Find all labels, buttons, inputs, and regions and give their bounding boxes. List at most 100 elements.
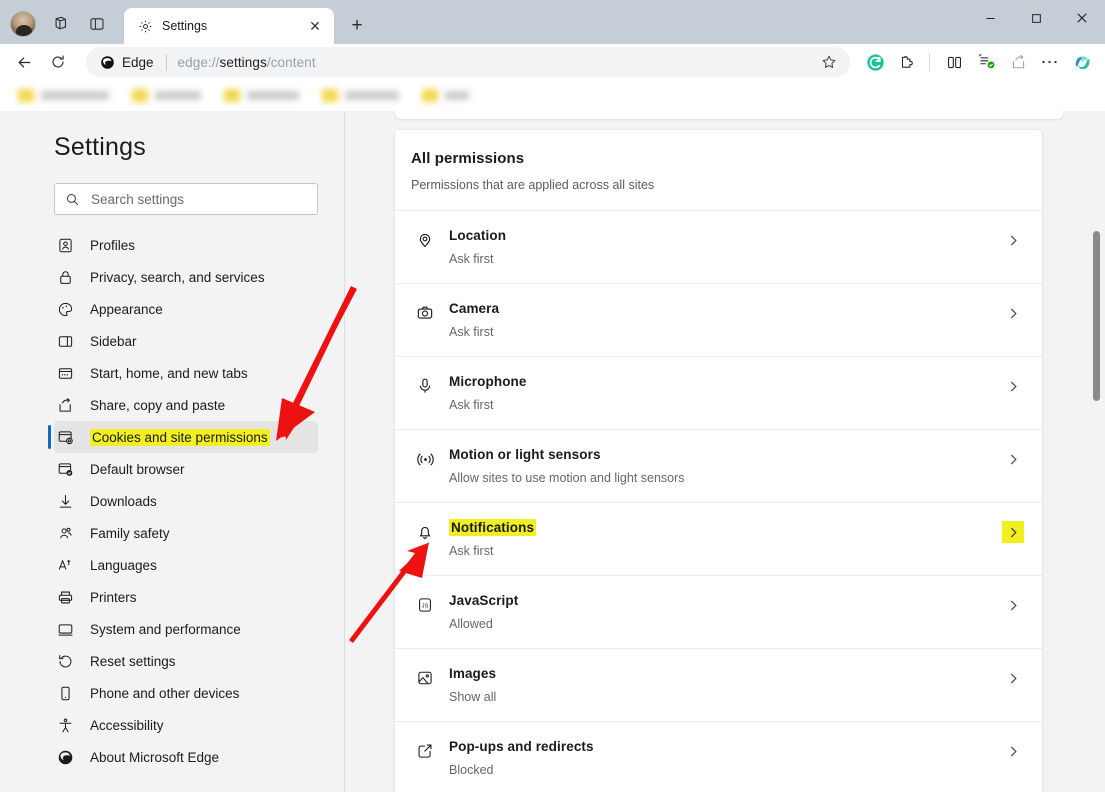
sidebar-item-profiles[interactable]: Profiles [54, 229, 318, 261]
sidebar-item-label: Languages [90, 558, 157, 573]
chevron-right-icon[interactable] [1002, 229, 1024, 251]
sidebar-item-downloads[interactable]: Downloads [54, 485, 318, 517]
omnibox-divider [166, 54, 167, 71]
card-header: All permissions Permissions that are app… [395, 130, 1042, 210]
permission-status: Allowed [449, 617, 1002, 631]
sidebar-item-appearance[interactable]: Appearance [54, 293, 318, 325]
cookies-permissions-icon [56, 428, 74, 446]
sidebar-item-cookies-and-site-permissions[interactable]: Cookies and site permissions [54, 421, 318, 453]
chevron-right-icon[interactable] [1002, 667, 1024, 689]
sidebar-item-sidebar[interactable]: Sidebar [54, 325, 318, 357]
permission-text: Camera Ask first [449, 301, 1002, 339]
favorite-star-icon[interactable] [814, 48, 844, 76]
more-options-icon[interactable]: ⋯ [1035, 48, 1065, 76]
permission-text: Notifications Ask first [449, 520, 1002, 558]
sidebar-item-privacy-search-and-services[interactable]: Privacy, search, and services [54, 261, 318, 293]
maximize-button[interactable] [1013, 0, 1059, 36]
permission-row-camera[interactable]: Camera Ask first [395, 283, 1042, 356]
collections-icon[interactable] [971, 48, 1001, 76]
address-bar[interactable]: Edge edge://settings/content [86, 47, 850, 77]
permission-row-javascript[interactable]: JS JavaScript Allowed [395, 575, 1042, 648]
bookmark-item[interactable] [10, 89, 117, 102]
sidebar-item-label: Family safety [90, 526, 170, 541]
browser-toolbar: Edge edge://settings/content [0, 44, 1105, 80]
permission-row-microphone[interactable]: Microphone Ask first [395, 356, 1042, 429]
permission-label: Motion or light sensors [449, 447, 1002, 462]
share-icon[interactable] [1003, 48, 1033, 76]
refresh-button[interactable] [42, 47, 74, 77]
grammarly-icon[interactable] [860, 48, 890, 76]
sidebar-item-reset-settings[interactable]: Reset settings [54, 645, 318, 677]
chevron-right-icon[interactable] [1002, 594, 1024, 616]
chevron-right-icon[interactable] [1002, 375, 1024, 397]
minimize-button[interactable] [967, 0, 1013, 36]
sidebar-item-about-microsoft-edge[interactable]: About Microsoft Edge [54, 741, 318, 773]
edge-brand-label: Edge [122, 55, 154, 70]
permission-row-notifications[interactable]: Notifications Ask first [395, 502, 1042, 575]
sidebar-item-printers[interactable]: Printers [54, 581, 318, 613]
title-bar: Settings ✕ + [0, 0, 1105, 44]
sidebar-item-label: Start, home, and new tabs [90, 366, 248, 381]
chevron-right-icon[interactable] [1002, 302, 1024, 324]
sidebar-item-languages[interactable]: Languages [54, 549, 318, 581]
window-close-button[interactable] [1059, 0, 1105, 36]
settings-sidebar: Settings Search settings Profiles Privac… [0, 111, 344, 792]
monitor-icon [56, 620, 74, 638]
chevron-right-icon[interactable] [1002, 448, 1024, 470]
extensions-puzzle-icon[interactable] [892, 48, 922, 76]
permission-label: Notifications [449, 519, 536, 536]
sidebar-item-default-browser[interactable]: Default browser [54, 453, 318, 485]
search-icon [65, 192, 80, 207]
permission-row-pop-ups-and-redirects[interactable]: Pop-ups and redirects Blocked [395, 721, 1042, 792]
permission-row-motion-or-light-sensors[interactable]: Motion or light sensors Allow sites to u… [395, 429, 1042, 502]
content-scrollbar[interactable] [1091, 111, 1102, 792]
chevron-right-icon[interactable] [1002, 740, 1024, 762]
edge-logo-icon [56, 748, 74, 766]
permission-row-location[interactable]: Location Ask first [395, 210, 1042, 283]
popup-redirect-icon [415, 741, 435, 761]
download-icon [56, 492, 74, 510]
split-screen-icon[interactable] [939, 48, 969, 76]
sidebar-item-label: Downloads [90, 494, 157, 509]
search-input-placeholder[interactable]: Search settings [91, 192, 184, 207]
sidebar-item-phone-and-other-devices[interactable]: Phone and other devices [54, 677, 318, 709]
tab-title: Settings [162, 19, 295, 33]
bell-icon [415, 522, 435, 542]
sidebar-item-accessibility[interactable]: Accessibility [54, 709, 318, 741]
browser-tab-settings[interactable]: Settings ✕ [124, 8, 334, 44]
sidebar-item-share-copy-and-paste[interactable]: Share, copy and paste [54, 389, 318, 421]
permission-row-images[interactable]: Images Show all [395, 648, 1042, 721]
permission-label: Camera [449, 301, 1002, 316]
panel-layout-icon[interactable] [82, 10, 112, 38]
lock-icon [56, 268, 74, 286]
scrollbar-thumb[interactable] [1093, 231, 1100, 401]
permission-text: Motion or light sensors Allow sites to u… [449, 447, 1002, 485]
titlebar-left-controls [0, 10, 118, 44]
profile-avatar[interactable] [10, 11, 36, 37]
new-tab-button[interactable]: + [342, 12, 372, 40]
copilot-icon[interactable] [1067, 48, 1097, 76]
search-settings-box[interactable]: Search settings [54, 183, 318, 215]
omnibox-right-icons [812, 48, 844, 76]
family-icon [56, 524, 74, 542]
bookmarks-bar[interactable] [0, 80, 1105, 111]
bookmark-item[interactable] [314, 89, 407, 102]
tab-groups-icon[interactable] [44, 10, 74, 38]
sidebar-item-system-and-performance[interactable]: System and performance [54, 613, 318, 645]
bookmark-item[interactable] [124, 89, 209, 102]
permission-text: JavaScript Allowed [449, 593, 1002, 631]
permission-status: Ask first [449, 325, 1002, 339]
sidebar-item-start-home-and-new-tabs[interactable]: Start, home, and new tabs [54, 357, 318, 389]
bookmark-item[interactable] [414, 89, 477, 102]
sidebar-item-label: Privacy, search, and services [90, 270, 265, 285]
chevron-right-icon[interactable] [1002, 521, 1024, 543]
image-icon [415, 668, 435, 688]
sidebar-item-label: Phone and other devices [90, 686, 239, 701]
sidebar-item-family-safety[interactable]: Family safety [54, 517, 318, 549]
sidebar-nav-list: Profiles Privacy, search, and services A… [0, 229, 344, 773]
bookmark-item[interactable] [216, 89, 307, 102]
permission-status: Ask first [449, 252, 1002, 266]
close-icon[interactable]: ✕ [304, 15, 326, 37]
back-button[interactable] [8, 47, 40, 77]
folder-icon [132, 89, 148, 102]
